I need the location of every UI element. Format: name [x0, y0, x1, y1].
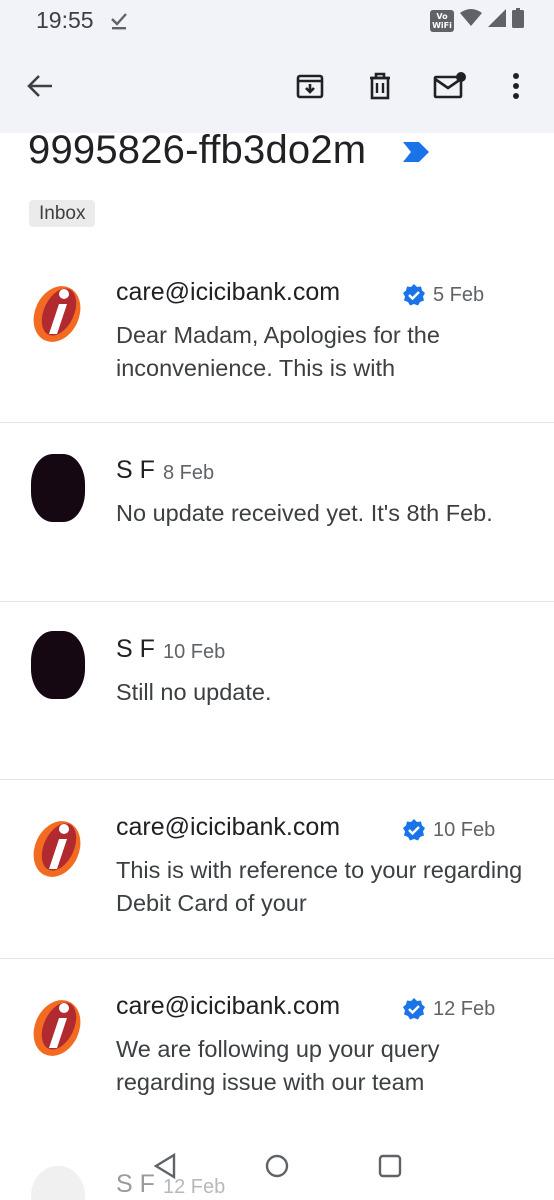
arrow-back-icon: [27, 74, 53, 103]
message-sender: S F: [116, 456, 155, 484]
cellular-signal-icon: [488, 9, 506, 32]
verified-badge-icon: [402, 818, 426, 847]
message-snippet: Still no update.: [116, 679, 272, 705]
message-snippet: Dear Madam, Apologies for the inconvenie…: [116, 322, 440, 381]
message-item[interactable]: care@icicibank.com 5 Feb Dear Madam, Apo…: [0, 270, 554, 422]
status-time: 19:55: [36, 7, 94, 33]
verified-badge-icon: [402, 997, 426, 1026]
vowifi-top-text: Vo: [436, 11, 448, 21]
message-date: 10 Feb: [433, 819, 496, 841]
message-date: 10 Feb: [163, 641, 226, 663]
message-sender: care@icicibank.com: [116, 813, 341, 841]
more-vert-icon: [512, 72, 520, 104]
wifi-icon: [460, 9, 482, 32]
message-item[interactable]: S F 8 Feb No update received yet. It's 8…: [0, 448, 554, 600]
vowifi-bottom-text: WiFi: [432, 20, 452, 30]
system-nav-bar: [0, 1140, 554, 1200]
circle-home-icon: [263, 1154, 291, 1184]
thread-subject: 9995826-ffb3do2m: [28, 128, 367, 172]
back-button[interactable]: [20, 68, 60, 108]
trash-icon: [367, 72, 393, 105]
archive-button[interactable]: [290, 68, 330, 108]
nav-recents-button[interactable]: [376, 1152, 406, 1182]
sender-avatar: [31, 631, 85, 699]
message-item[interactable]: S F 10 Feb Still no update.: [0, 627, 554, 779]
more-options-button[interactable]: [496, 68, 536, 108]
icici-logo-avatar: [31, 278, 85, 346]
message-date: 12 Feb: [433, 998, 496, 1020]
sender-avatar: [31, 454, 85, 522]
message-sender: care@icicibank.com: [116, 278, 341, 306]
message-date: 8 Feb: [163, 462, 215, 484]
icici-logo-avatar: [31, 813, 85, 881]
triangle-back-icon: [152, 1152, 178, 1184]
vowifi-icon: Vo WiFi: [430, 9, 454, 32]
divider: [0, 422, 554, 423]
download-done-icon: [110, 11, 128, 36]
importance-marker-icon[interactable]: [403, 142, 429, 167]
message-snippet: We are following up your query regarding…: [116, 1036, 440, 1095]
message-snippet: This is with reference to your regarding…: [116, 857, 523, 916]
email-thread-screen: 19:55 Vo WiFi 9995826-ffb3do2m Inbox car…: [0, 0, 554, 1200]
square-recents-icon: [376, 1154, 404, 1184]
message-snippet: No update received yet. It's 8th Feb.: [116, 500, 493, 526]
message-sender: care@icicibank.com: [116, 992, 341, 1020]
mark-unread-button[interactable]: [430, 68, 470, 108]
message-sender: S F: [116, 635, 155, 663]
mail-unread-icon: [433, 71, 467, 106]
icici-logo-avatar: [31, 992, 85, 1060]
archive-icon: [296, 72, 324, 105]
inbox-label-chip[interactable]: Inbox: [29, 200, 96, 227]
status-icons: Vo WiFi: [430, 8, 524, 33]
message-item[interactable]: care@icicibank.com 10 Feb This is with r…: [0, 805, 554, 957]
battery-icon: [512, 8, 524, 33]
nav-back-button[interactable]: [152, 1152, 182, 1182]
divider: [0, 958, 554, 959]
divider: [0, 601, 554, 602]
delete-button[interactable]: [360, 68, 400, 108]
divider: [0, 779, 554, 780]
nav-home-button[interactable]: [263, 1152, 293, 1182]
message-date: 5 Feb: [433, 284, 485, 306]
app-bar: 19:55 Vo WiFi: [0, 0, 554, 133]
message-item[interactable]: care@icicibank.com 12 Feb We are followi…: [0, 984, 554, 1136]
verified-badge-icon: [402, 283, 426, 312]
